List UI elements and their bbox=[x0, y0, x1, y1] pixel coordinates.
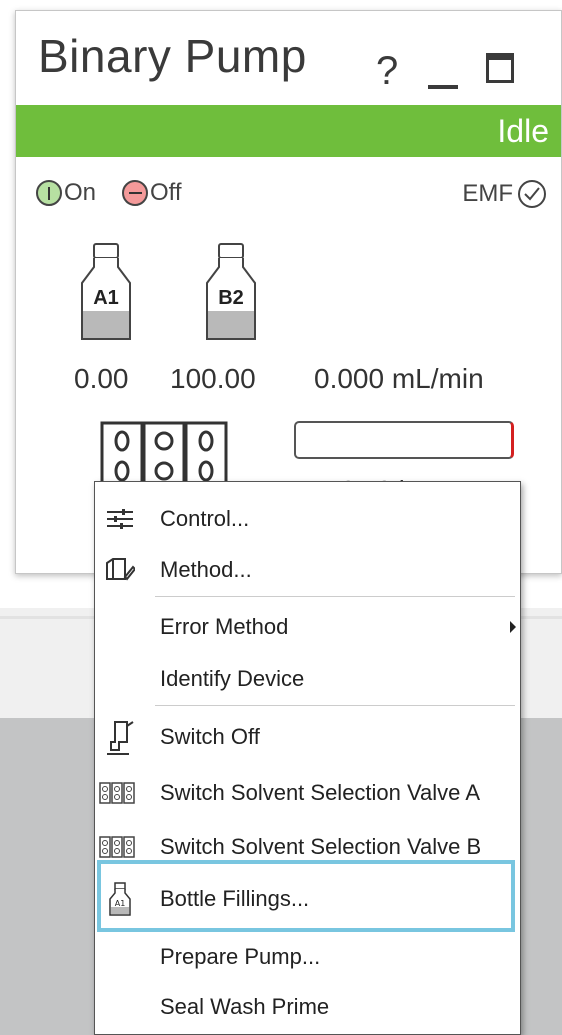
menu-label-switch-off: Switch Off bbox=[160, 724, 260, 749]
menu-item-error-method[interactable]: Error Method bbox=[95, 600, 520, 654]
power-off-icon bbox=[122, 180, 148, 206]
solvent-valve-a-icon bbox=[99, 782, 135, 804]
menu-label-seal-wash-prime: Seal Wash Prime bbox=[160, 994, 330, 1019]
submenu-arrow-icon bbox=[510, 621, 516, 633]
menu-label-switch-ssv-a: Switch Solvent Selection Valve A bbox=[160, 780, 480, 805]
menu-label-switch-ssv-b: Switch Solvent Selection Valve B bbox=[160, 834, 482, 859]
sliders-icon bbox=[107, 509, 133, 529]
menu-item-bottle-fillings[interactable]: A1 Bottle Fillings... bbox=[95, 872, 520, 926]
solvent-valve-b-icon bbox=[99, 836, 135, 858]
menu-separator bbox=[155, 705, 515, 706]
minimize-button[interactable] bbox=[428, 85, 458, 89]
percent-a-value: 0.00 bbox=[74, 363, 129, 394]
maximize-button[interactable] bbox=[486, 53, 514, 83]
status-text: Idle bbox=[497, 113, 549, 149]
pump-switch-off-icon bbox=[107, 721, 134, 755]
menu-label-method: Method... bbox=[160, 557, 252, 582]
off-button[interactable]: Off bbox=[122, 179, 182, 207]
bottle-b-label: B2 bbox=[218, 287, 244, 309]
method-edit-icon bbox=[106, 558, 135, 581]
menu-item-control[interactable]: Control... bbox=[95, 492, 520, 546]
module-title: Binary Pump bbox=[38, 30, 307, 82]
menu-separator bbox=[155, 596, 515, 597]
menu-label-control: Control... bbox=[160, 506, 250, 531]
off-label: Off bbox=[150, 179, 182, 206]
check-circle-icon bbox=[518, 180, 546, 208]
on-button[interactable]: On bbox=[36, 179, 96, 207]
on-label: On bbox=[64, 179, 97, 206]
bottle-icon: A1 bbox=[109, 882, 131, 916]
status-bar: Idle bbox=[16, 105, 561, 157]
svg-text:A1: A1 bbox=[115, 899, 126, 908]
menu-item-switch-ssv-a[interactable]: Switch Solvent Selection Valve A bbox=[95, 766, 520, 820]
menu-label-prepare-pump: Prepare Pump... bbox=[160, 944, 321, 969]
context-menu: Control... Method... Error Method Identi… bbox=[94, 481, 521, 1035]
emf-indicator[interactable]: EMF bbox=[460, 179, 547, 209]
menu-label-identify-device: Identify Device bbox=[160, 666, 305, 691]
bottle-a-label: A1 bbox=[93, 287, 119, 309]
menu-item-prepare-pump[interactable]: Prepare Pump... bbox=[95, 930, 520, 984]
flow-rate-value: 0.000 mL/min bbox=[314, 363, 484, 394]
power-on-icon bbox=[36, 180, 62, 206]
help-button[interactable]: ? bbox=[376, 49, 398, 94]
menu-item-switch-off[interactable]: Switch Off bbox=[95, 710, 520, 764]
percent-b-value: 100.00 bbox=[170, 363, 256, 394]
emf-label: EMF bbox=[462, 180, 513, 207]
menu-item-seal-wash-prime[interactable]: Seal Wash Prime bbox=[95, 980, 520, 1034]
bottle-b-icon[interactable]: B2 bbox=[203, 243, 259, 343]
pressure-bar bbox=[294, 421, 514, 459]
menu-item-identify-device[interactable]: Identify Device bbox=[95, 652, 520, 706]
bottle-a-icon[interactable]: A1 bbox=[78, 243, 134, 343]
menu-item-method[interactable]: Method... bbox=[95, 543, 520, 597]
menu-label-bottle-fillings: Bottle Fillings... bbox=[160, 886, 310, 911]
menu-label-error-method: Error Method bbox=[160, 614, 289, 639]
